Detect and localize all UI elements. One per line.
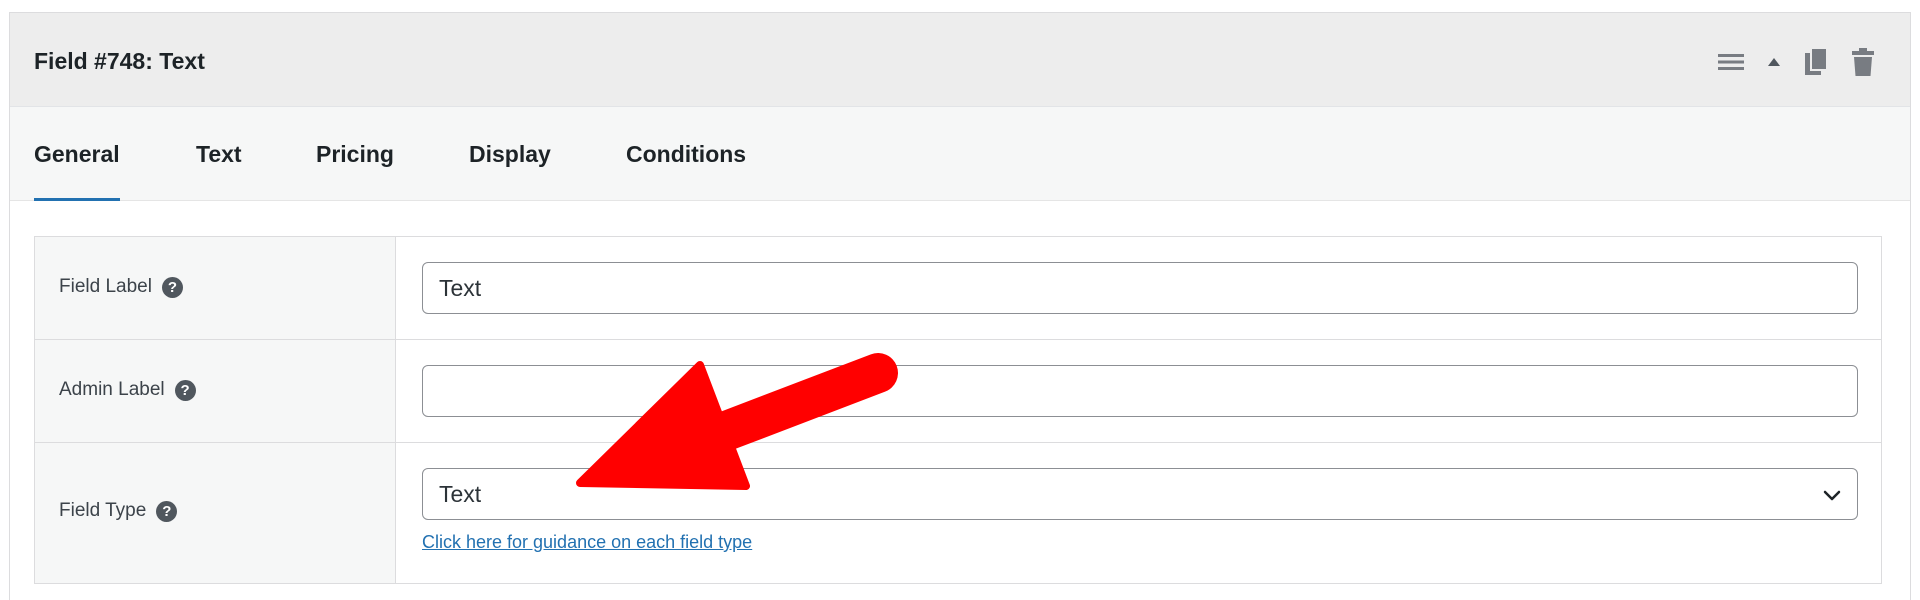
field-panel: Field #748: Text General Text Pricing Di… [9,12,1911,600]
help-icon[interactable]: ? [161,276,183,298]
panel-title: Field #748: Text [34,48,205,74]
field-label-cell: Field Label ? [35,237,396,339]
menu-lines-icon[interactable] [1717,51,1745,73]
field-type-select[interactable]: Text [422,468,1858,520]
duplicate-icon[interactable] [1803,47,1829,77]
tab-general[interactable]: General [34,107,120,201]
caret-up-icon[interactable] [1767,56,1781,68]
field-label-text: Field Label [59,276,152,297]
field-label-row: Field Label ? [35,237,1881,340]
admin-label-text: Admin Label [59,379,165,400]
field-type-selected-value: Text [439,481,482,507]
admin-label-title: Admin Label ? [59,379,196,401]
field-type-value-cell: Text Click here for guidance on each fie… [396,443,1881,583]
field-label-title: Field Label ? [59,276,183,298]
tab-text[interactable]: Text [196,107,242,201]
field-type-title: Field Type ? [59,500,178,522]
field-type-row: Field Type ? Text Click here for guidanc… [35,443,1881,583]
trash-icon[interactable] [1851,47,1875,77]
field-label-input[interactable] [422,262,1858,314]
help-icon[interactable]: ? [174,379,196,401]
admin-label-value-cell [396,340,1881,442]
admin-label-input[interactable] [422,365,1858,417]
chevron-down-icon [1823,490,1841,501]
tab-conditions[interactable]: Conditions [626,107,746,201]
field-label-value-cell [396,237,1881,339]
field-type-text: Field Type [59,500,147,521]
panel-header[interactable]: Field #748: Text [10,13,1910,107]
tab-pricing[interactable]: Pricing [316,107,394,201]
field-type-cell: Field Type ? [35,443,396,583]
tab-bar: General Text Pricing Display Conditions [10,107,1910,201]
help-icon[interactable]: ? [156,500,178,522]
tab-display[interactable]: Display [469,107,551,201]
header-actions [1717,47,1875,77]
field-type-guidance-link[interactable]: Click here for guidance on each field ty… [422,532,752,553]
admin-label-row: Admin Label ? [35,340,1881,443]
admin-label-cell: Admin Label ? [35,340,396,442]
general-settings-table: Field Label ? Admin Label ? [34,236,1882,584]
